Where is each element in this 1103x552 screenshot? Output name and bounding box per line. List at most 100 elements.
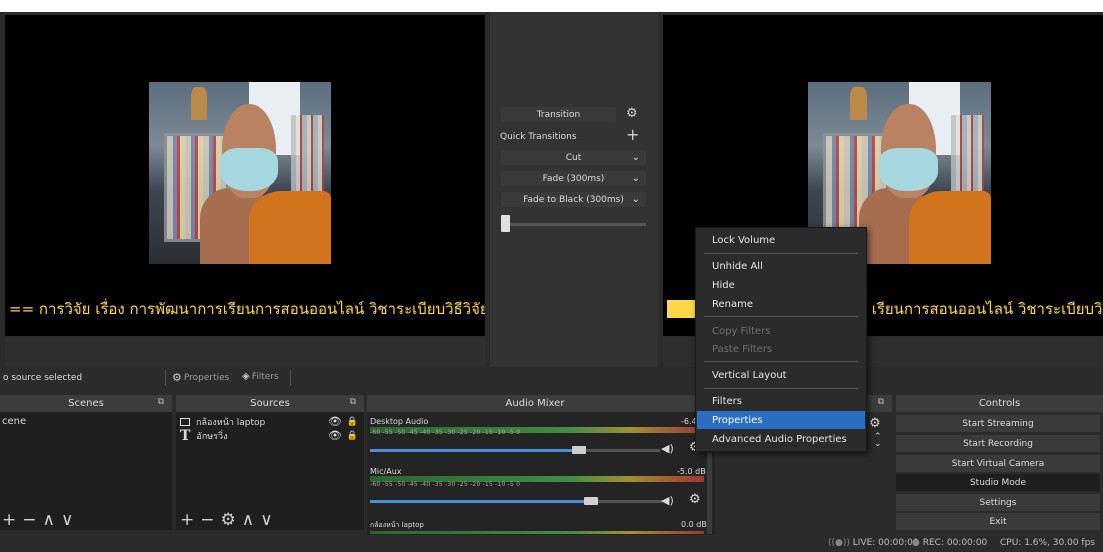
scenes-footer: +−∧∨ xyxy=(2,510,79,530)
scenes-title: Scenes ⧉ xyxy=(0,395,172,412)
chevron-down-icon[interactable]: ∨ xyxy=(260,510,278,530)
scene-item[interactable]: cene xyxy=(2,416,26,427)
filter-icon: ◈ xyxy=(242,371,250,382)
broadcast-icon: ((●)) xyxy=(828,538,850,548)
exit-button[interactable]: Exit xyxy=(896,513,1100,530)
sources-title: Sources ⧉ xyxy=(176,395,364,412)
add-icon[interactable]: + xyxy=(180,510,200,530)
quick-transition-fade[interactable]: Fade (300ms) ⌄ xyxy=(501,171,646,186)
menu-item-hide[interactable]: Hide xyxy=(697,276,865,294)
text-icon: T xyxy=(180,427,191,444)
dock-float-icon[interactable]: ⧉ xyxy=(158,397,164,407)
speaker-icon[interactable]: ◀) xyxy=(661,494,674,507)
quick-transitions-label: Quick Transitions xyxy=(500,132,577,142)
menu-separator xyxy=(704,253,858,254)
meter-ticks: -60 -55 -50 -45 -40 -35 -30 -25 -20 -15 … xyxy=(370,429,521,436)
audio-mixer-title: Audio Mixer xyxy=(367,395,703,412)
menu-item-vertical-layout[interactable]: Vertical Layout xyxy=(697,366,865,384)
preview-video xyxy=(149,82,331,264)
quick-transition-cut[interactable]: Cut ⌄ xyxy=(501,150,646,165)
audio-mixer-body: Desktop Audio -6.4 -60 -55 -50 -45 -40 -… xyxy=(367,412,715,538)
volume-slider-fill xyxy=(370,449,580,452)
start-virtual-camera-button[interactable]: Start Virtual Camera xyxy=(896,455,1100,472)
toolbar-divider xyxy=(165,370,166,386)
menu-item-advanced-audio-properties[interactable]: Advanced Audio Properties xyxy=(697,430,865,448)
volume-slider-track xyxy=(580,449,660,452)
gear-icon[interactable]: ⚙ xyxy=(689,492,701,507)
volume-slider-handle[interactable] xyxy=(584,497,598,505)
menu-item-lock-volume[interactable]: Lock Volume xyxy=(697,231,865,249)
chevron-up-icon[interactable]: ∧ xyxy=(43,510,61,530)
preview-lower-space xyxy=(5,337,485,367)
menu-separator xyxy=(704,388,858,389)
source-toolbar: o source selected ⚙ Properties ◈ Filters xyxy=(0,367,1103,390)
add-icon[interactable]: + xyxy=(2,510,22,530)
chevron-down-icon[interactable]: ∨ xyxy=(61,510,79,530)
volume-slider-fill xyxy=(370,500,592,503)
chevron-down-icon: ⌄ xyxy=(631,194,640,205)
transition-panel: Transition ⚙ Quick Transitions + Cut ⌄ Fa… xyxy=(490,12,658,367)
channel-db: -5.0 dB xyxy=(677,467,706,476)
channel-db: 0.0 dB xyxy=(681,520,707,529)
menu-separator xyxy=(704,361,858,362)
dock-float-icon[interactable]: ⧉ xyxy=(350,397,356,407)
t-bar-track[interactable] xyxy=(501,223,646,226)
volume-slider-handle[interactable] xyxy=(572,446,586,454)
quick-transition-fade-black[interactable]: Fade to Black (300ms) ⌄ xyxy=(501,192,646,207)
preview-canvas[interactable]: == การวิจัย เรื่อง การพัฒนาการเรียนการสอ… xyxy=(5,15,485,336)
dock-float-icon[interactable]: ⧉ xyxy=(878,397,884,407)
context-menu: Lock Volume Unhide All Hide Rename Copy … xyxy=(695,227,867,452)
chevron-down-icon: ⌄ xyxy=(631,173,640,184)
speaker-icon[interactable]: ◀) xyxy=(661,442,674,455)
menu-item-paste-filters: Paste Filters xyxy=(712,343,773,355)
gear-icon: ⚙ xyxy=(172,371,182,384)
cpu-status: CPU: 1.6%, 30.00 fps xyxy=(1000,538,1095,548)
studio-mode-button[interactable]: Studio Mode xyxy=(896,474,1100,491)
status-bar: ((●)) LIVE: 00:00:00 ● REC: 00:00:00 CPU… xyxy=(0,535,1103,552)
controls-title: Controls xyxy=(896,395,1103,412)
menu-item-copy-filters: Copy Filters xyxy=(712,325,771,337)
source-item[interactable]: T อักษรวิ่ง 👁 🔒 xyxy=(180,427,362,444)
chevron-up-icon[interactable]: ∧ xyxy=(242,510,260,530)
volume-slider-track xyxy=(592,500,662,503)
menu-item-rename[interactable]: Rename xyxy=(697,295,865,313)
volume-meter xyxy=(370,531,704,534)
menu-item-properties[interactable]: Properties xyxy=(697,411,865,429)
channel-name: กล้องหน้า laptop xyxy=(370,521,424,529)
spin-icon[interactable]: ⌃ ⌄ xyxy=(874,433,882,449)
gear-icon[interactable]: ⚙ xyxy=(221,510,242,530)
record-dot-icon: ● xyxy=(912,538,920,548)
lock-icon[interactable]: 🔒 xyxy=(347,417,358,427)
filters-button[interactable]: ◈ Filters xyxy=(242,371,279,382)
camera-icon xyxy=(180,417,190,426)
meter-ticks: -60 -55 -50 -45 -40 -35 -30 -25 -20 -15 … xyxy=(370,481,521,488)
remove-icon[interactable]: − xyxy=(22,510,42,530)
remove-icon[interactable]: − xyxy=(200,510,220,530)
menu-item-unhide-all[interactable]: Unhide All xyxy=(697,257,865,275)
gear-icon[interactable]: ⚙ xyxy=(869,416,881,431)
menu-separator xyxy=(704,316,858,317)
toolbar-divider xyxy=(290,370,291,386)
eye-icon[interactable]: 👁 xyxy=(328,429,342,442)
chevron-down-icon: ⌄ xyxy=(631,152,640,163)
source-item[interactable]: กล้องหน้า laptop 👁 🔒 xyxy=(180,415,362,428)
no-source-label: o source selected xyxy=(3,373,83,383)
add-icon[interactable]: + xyxy=(626,125,639,144)
live-status: ((●)) LIVE: 00:00:00 xyxy=(828,538,919,548)
lock-icon[interactable]: 🔒 xyxy=(347,431,358,441)
eye-icon[interactable]: 👁 xyxy=(328,415,342,428)
preview-ticker: == การวิจัย เรื่อง การพัฒนาการเรียนการสอ… xyxy=(9,300,485,318)
gear-icon[interactable]: ⚙ xyxy=(626,106,638,121)
settings-button[interactable]: Settings xyxy=(896,494,1100,511)
menu-item-filters[interactable]: Filters xyxy=(697,392,865,410)
channel-name: Desktop Audio xyxy=(370,417,429,426)
t-bar-handle[interactable] xyxy=(501,215,510,232)
channel-name: Mic/Aux xyxy=(370,467,402,476)
top-strip xyxy=(0,0,1103,12)
transition-button[interactable]: Transition xyxy=(501,107,616,122)
sources-footer: +−⚙∧∨ xyxy=(180,510,279,530)
properties-button[interactable]: ⚙ Properties xyxy=(172,371,229,384)
start-recording-button[interactable]: Start Recording xyxy=(896,435,1100,452)
rec-status: ● REC: 00:00:00 xyxy=(912,538,988,548)
start-streaming-button[interactable]: Start Streaming xyxy=(896,415,1100,432)
